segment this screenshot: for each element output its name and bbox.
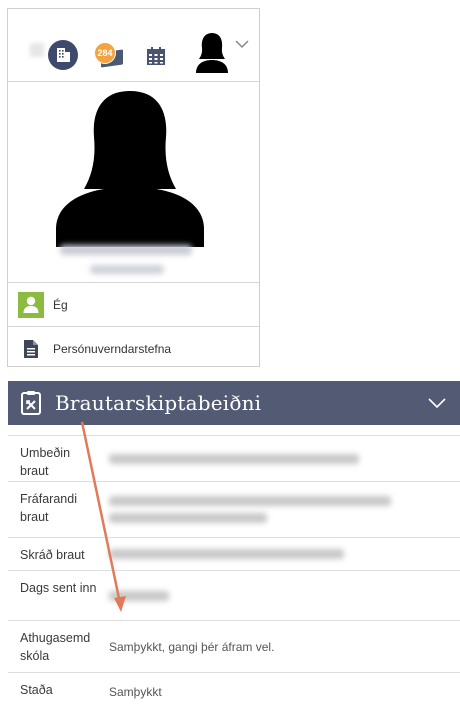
panel-header[interactable]: Brautarskiptabeiðni (8, 381, 460, 425)
panel-title: Brautarskiptabeiðni (55, 391, 262, 415)
row-value (99, 571, 460, 620)
menu-item-label: Persónuverndarstefna (53, 341, 172, 356)
row-value (99, 436, 460, 481)
row-label: Dags sent inn (20, 581, 97, 595)
profile-photo (56, 91, 204, 247)
menu-item-me[interactable]: Ég (8, 282, 259, 326)
user-icon (17, 291, 44, 318)
blurred-user-id (90, 265, 164, 274)
blurred-value (109, 453, 359, 464)
table-row: Staða Samþykkt (8, 673, 460, 711)
clipboard-icon (21, 391, 41, 415)
blurred-icon (30, 43, 44, 57)
organization-icon[interactable] (48, 40, 78, 70)
document-icon (23, 339, 38, 358)
blurred-value (109, 590, 169, 601)
row-value: Samþykkt, gangi þér áfram vel. (109, 639, 275, 654)
table-row: Athugasemd skóla Samþykkt, gangi þér áfr… (8, 621, 460, 673)
mail-count-badge: 284 (94, 42, 116, 64)
calendar-icon[interactable] (145, 45, 167, 67)
row-label: Athugasemd skóla (20, 631, 91, 663)
blurred-value (109, 496, 391, 506)
chevron-down-icon[interactable] (235, 39, 249, 49)
user-avatar-icon[interactable] (194, 31, 230, 73)
top-toolbar: 284 (8, 9, 259, 82)
row-value: Samþykkt (109, 685, 162, 699)
row-label: Fráfarandi braut (20, 492, 77, 524)
blurred-value (109, 549, 344, 559)
program-change-request-panel: Brautarskiptabeiðni Umbeðin braut Fráfar… (8, 381, 460, 722)
chevron-down-icon[interactable] (428, 398, 446, 409)
profile-card: 284 Ég Persónuverndarstefna (7, 8, 260, 367)
row-label: Skráð braut (20, 548, 85, 562)
row-value (99, 482, 460, 537)
table-row: Skráð braut (8, 538, 460, 571)
row-label: Umbeðin braut (20, 446, 71, 478)
table-row: Umbeðin braut (8, 436, 460, 482)
menu-item-label: Ég (53, 297, 68, 312)
blurred-value (109, 513, 267, 523)
menu-item-privacy-policy[interactable]: Persónuverndarstefna (8, 326, 259, 370)
table-row: Dags sent inn (8, 571, 460, 621)
request-details-table: Umbeðin braut Fráfarandi braut Skráð bra… (8, 435, 460, 711)
blurred-user-name (60, 245, 192, 255)
mail-icon[interactable]: 284 (94, 42, 126, 68)
row-label: Staða (20, 683, 53, 697)
table-row: Fráfarandi braut (8, 482, 460, 538)
row-value (99, 538, 460, 570)
